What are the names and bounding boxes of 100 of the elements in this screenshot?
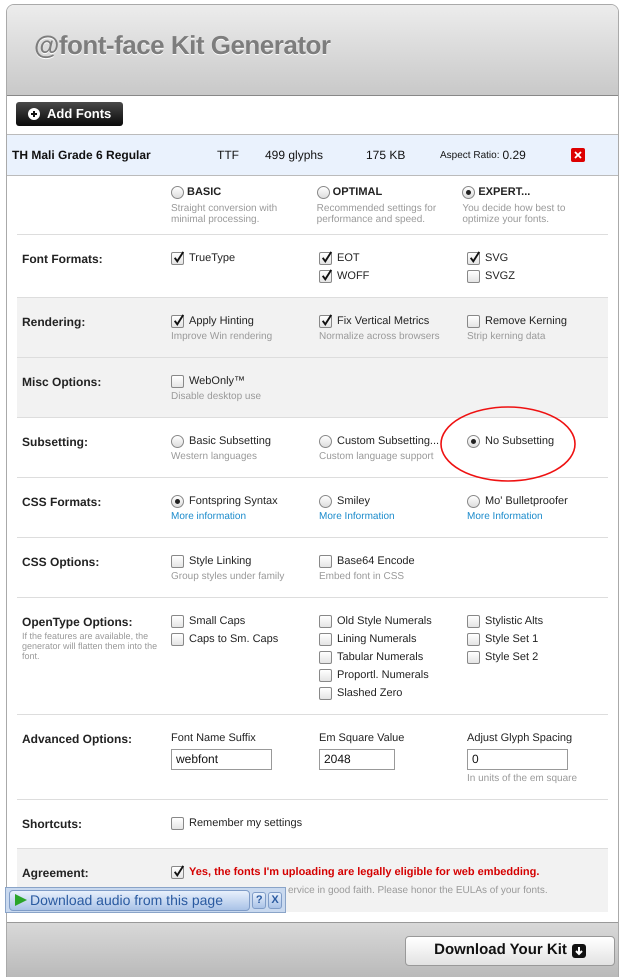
field-label: Em Square Value bbox=[319, 732, 406, 744]
field-label: Font Name Suffix bbox=[171, 732, 257, 744]
mode-label: OPTIMAL bbox=[332, 185, 382, 200]
download-icon bbox=[572, 944, 586, 958]
input-field[interactable]: 2048 bbox=[319, 748, 395, 770]
option-hint: Improve Win rendering bbox=[171, 330, 274, 342]
checkbox[interactable] bbox=[467, 252, 480, 264]
row-label: Shortcuts: bbox=[22, 816, 83, 830]
checkmark-icon bbox=[173, 312, 185, 326]
option-label: Stylistic Alts bbox=[485, 614, 544, 628]
checkbox[interactable] bbox=[467, 650, 480, 664]
row-label: Agreement: bbox=[22, 866, 90, 880]
option-label: No Subsetting bbox=[485, 434, 554, 448]
checkbox[interactable] bbox=[171, 816, 184, 830]
radio-button[interactable] bbox=[171, 186, 184, 199]
radio-button[interactable] bbox=[316, 186, 330, 199]
row-label: OpenType Options: bbox=[22, 614, 134, 628]
radio-button[interactable] bbox=[171, 494, 184, 508]
option-label: Basic Subsetting bbox=[189, 434, 271, 448]
input-field[interactable]: webfont bbox=[171, 748, 272, 770]
checkmark-icon bbox=[321, 250, 333, 264]
mode-hint: Recommended settings for performance and speed. bbox=[316, 202, 438, 224]
input-field[interactable]: 0 bbox=[467, 748, 568, 770]
option-hint: Normalize across browsers bbox=[319, 330, 441, 342]
checkbox[interactable] bbox=[319, 314, 332, 328]
add-fonts-button[interactable]: Add Fonts bbox=[16, 102, 124, 126]
more-information-link[interactable]: More information bbox=[171, 510, 319, 522]
option-hint: Strip kerning data bbox=[467, 330, 546, 342]
option-label: Custom Subsetting... bbox=[337, 434, 440, 448]
checkbox[interactable] bbox=[319, 252, 332, 264]
download-kit-button[interactable]: Download Your Kit bbox=[405, 936, 615, 966]
radio-button[interactable] bbox=[171, 434, 184, 448]
radio-button[interactable] bbox=[462, 186, 476, 199]
row-label: CSS Options: bbox=[22, 554, 100, 568]
checkbox[interactable] bbox=[319, 554, 332, 568]
agreement-note: ervice in good faith. Please honor the EULAs of your fonts. bbox=[288, 884, 548, 898]
glyph-count: 499 glyphs bbox=[265, 147, 324, 164]
checkbox[interactable] bbox=[171, 554, 184, 568]
remove-font-button[interactable] bbox=[571, 148, 586, 162]
checkbox[interactable] bbox=[171, 632, 184, 646]
aspect-ratio-value: 0.29 bbox=[502, 147, 527, 164]
option-label: Caps to Sm. Caps bbox=[189, 632, 278, 646]
option-label: WOFF bbox=[337, 270, 370, 282]
checkbox[interactable] bbox=[319, 650, 332, 664]
page-title: @font-face Kit Generator bbox=[34, 28, 330, 62]
checkmark-icon bbox=[173, 250, 185, 264]
mode-label: BASIC bbox=[187, 185, 222, 200]
checkmark-icon bbox=[173, 864, 185, 878]
checkbox[interactable] bbox=[171, 866, 184, 878]
option-hint: Group styles under family bbox=[171, 570, 286, 582]
option-label: Slashed Zero bbox=[337, 686, 402, 700]
option-hint: Embed font in CSS bbox=[319, 570, 406, 582]
close-button[interactable]: X bbox=[268, 892, 282, 908]
option-label: Base64 Encode bbox=[337, 554, 415, 568]
mode-label: EXPERT... bbox=[478, 185, 530, 200]
checkbox[interactable] bbox=[467, 270, 480, 282]
option-label: Style Set 1 bbox=[485, 632, 538, 646]
row-note: If the features are available, the generator will flatten them into the font. bbox=[22, 630, 158, 660]
checkbox[interactable] bbox=[171, 374, 184, 388]
more-information-link[interactable]: More Information bbox=[319, 510, 467, 522]
checkbox[interactable] bbox=[467, 632, 480, 646]
field-hint: In units of the em square bbox=[467, 772, 578, 784]
font-format: TTF bbox=[217, 147, 240, 164]
help-button[interactable]: ? bbox=[252, 892, 266, 908]
checkbox[interactable] bbox=[319, 270, 332, 282]
radio-button[interactable] bbox=[319, 434, 332, 448]
option-hint: Western languages bbox=[171, 450, 258, 462]
checkbox[interactable] bbox=[171, 614, 184, 628]
checkbox[interactable] bbox=[319, 614, 332, 628]
checkbox[interactable] bbox=[319, 632, 332, 646]
option-label: Fontspring Syntax bbox=[189, 494, 278, 508]
mode-hint: Straight conversion with minimal processing. bbox=[171, 202, 278, 224]
checkmark-icon bbox=[321, 312, 333, 326]
option-label: Style Set 2 bbox=[485, 650, 538, 664]
radio-button[interactable] bbox=[319, 494, 332, 508]
radio-button[interactable] bbox=[467, 434, 480, 448]
checkmark-icon bbox=[321, 268, 333, 282]
option-label: Small Caps bbox=[189, 614, 246, 628]
radio-button[interactable] bbox=[467, 494, 480, 508]
option-hint: Custom language support bbox=[319, 450, 435, 462]
option-label: Mo' Bulletproofer bbox=[485, 494, 568, 508]
row-label: Rendering: bbox=[22, 314, 86, 328]
option-label: Lining Numerals bbox=[337, 632, 416, 646]
checkbox[interactable] bbox=[467, 314, 480, 328]
download-audio-button[interactable]: Download audio from this page bbox=[9, 890, 250, 910]
option-label: Style Linking bbox=[189, 554, 252, 568]
checkbox[interactable] bbox=[171, 314, 184, 328]
checkbox[interactable] bbox=[319, 686, 332, 700]
option-label: WebOnly™ bbox=[189, 374, 246, 388]
agreement-label: Yes, the fonts I'm uploading are legally eligible for web embedding. bbox=[189, 866, 540, 878]
option-label: EOT bbox=[337, 252, 360, 264]
option-label: Remember my settings bbox=[189, 816, 302, 830]
field-label: Adjust Glyph Spacing bbox=[467, 732, 574, 744]
option-label: Tabular Numerals bbox=[337, 650, 424, 664]
row-label: Advanced Options: bbox=[22, 732, 134, 746]
checkbox[interactable] bbox=[319, 668, 332, 682]
option-label: TrueType bbox=[189, 252, 236, 264]
checkbox[interactable] bbox=[467, 614, 480, 628]
checkbox[interactable] bbox=[171, 252, 184, 264]
more-information-link[interactable]: More Information bbox=[467, 510, 615, 522]
